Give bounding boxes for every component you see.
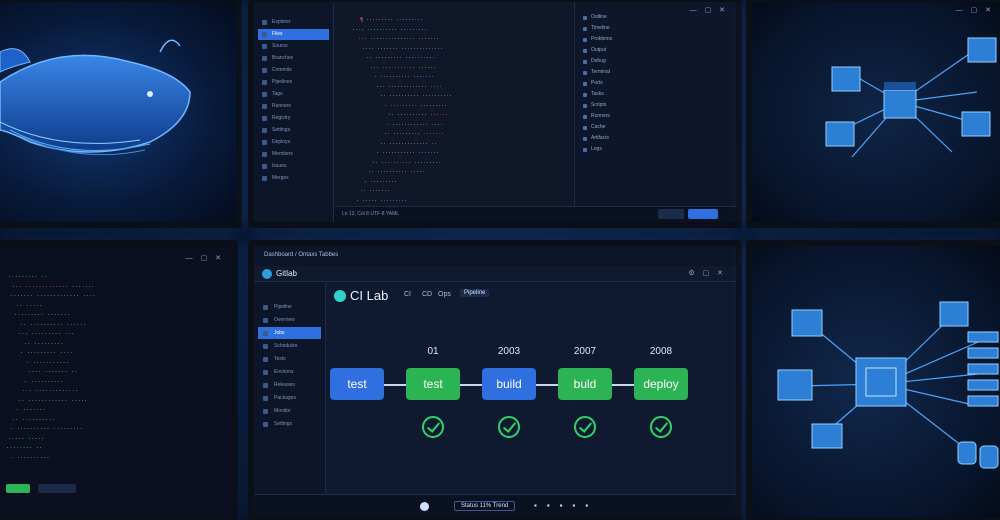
check-icon: [574, 416, 596, 438]
sidebar-item[interactable]: Environs: [258, 366, 321, 378]
panel-row[interactable]: Scripts: [581, 100, 730, 111]
status-text: Ln 12, Col 8 UTF-8 YAML: [342, 211, 400, 217]
editor-sidebar-item[interactable]: Settings: [258, 125, 329, 136]
status-text[interactable]: Status 11% Trend: [454, 501, 516, 511]
stage-number: 2007: [573, 346, 597, 357]
sidebar-item[interactable]: Releases: [258, 379, 321, 391]
breadcrumb[interactable]: Dashboard / Ontaxs Tabbes: [264, 252, 338, 258]
sidebar-item[interactable]: Pipeline: [258, 301, 321, 313]
ci-logo-icon: [334, 290, 346, 302]
window-controls[interactable]: — ▢ ✕: [186, 254, 224, 262]
editor-sidebar-item[interactable]: Branches: [258, 53, 329, 64]
gitlab-nav-bar: Gitlab ⚙ ▢ ✕: [254, 266, 736, 282]
monitor-code: — ▢ ✕ ········· ·· ··· ············· ···…: [0, 240, 238, 520]
sidebar-item[interactable]: Overview: [258, 314, 321, 326]
stage-test[interactable]: test: [330, 368, 384, 400]
run-button[interactable]: [6, 484, 30, 493]
check-icon: [422, 416, 444, 438]
code-actions: [6, 480, 77, 493]
primary-button[interactable]: [688, 209, 718, 219]
panel-row[interactable]: Runners: [581, 111, 730, 122]
stage-build-2[interactable]: buld: [558, 368, 612, 400]
monitor-editor: Explorer Files Source Branches Commits P…: [248, 0, 742, 228]
editor-sidebar-item[interactable]: Members: [258, 149, 329, 160]
gitlab-sidebar: Pipeline Overview Jobs Schedules Tests E…: [254, 282, 326, 512]
sidebar-item-jobs[interactable]: Jobs: [258, 327, 321, 339]
panel-row[interactable]: Tasks: [581, 89, 730, 100]
panel-row[interactable]: Problems: [581, 34, 730, 45]
pipeline-view: CI Lab CI CD Ops Pipeline test 01 test 2…: [326, 282, 736, 512]
editor-sidebar-item[interactable]: Deploys: [258, 137, 329, 148]
stage-test-2[interactable]: test: [406, 368, 460, 400]
window-controls[interactable]: — ▢ ✕: [956, 6, 994, 14]
editor-sidebar-item[interactable]: Explorer: [258, 17, 329, 28]
stage-number: 01: [427, 346, 439, 357]
editor-sidebar-item[interactable]: Registry: [258, 113, 329, 124]
gitlab-logo-icon[interactable]: [262, 269, 272, 279]
code-view[interactable]: ········· ·· ··· ············· ······· ·…: [6, 272, 96, 462]
stage-number: 2003: [497, 346, 521, 357]
editor-sidebar-item[interactable]: Merges: [258, 173, 329, 184]
editor-sidebar: Explorer Files Source Branches Commits P…: [254, 2, 334, 222]
editor-sidebar-item[interactable]: Issues: [258, 161, 329, 172]
sidebar-item[interactable]: Packages: [258, 392, 321, 404]
secondary-button[interactable]: [658, 209, 684, 219]
monitor-wall: Explorer Files Source Branches Commits P…: [0, 0, 1000, 520]
pipeline-connector: [608, 384, 636, 386]
stage-number: 2008: [649, 346, 673, 357]
power-icon[interactable]: [420, 502, 429, 511]
panel-row[interactable]: Debug: [581, 56, 730, 67]
stage-build[interactable]: build: [482, 368, 536, 400]
editor-sidebar-item[interactable]: Commits: [258, 65, 329, 76]
monitor-whale: [0, 0, 242, 228]
monitor-network: [746, 240, 1000, 520]
sidebar-item[interactable]: Schedules: [258, 340, 321, 352]
options-button[interactable]: [38, 484, 77, 493]
container-network-icon: [825, 37, 997, 158]
editor-sidebar-item[interactable]: Source: [258, 41, 329, 52]
whale-icon: [0, 39, 191, 156]
monitor-containers: — ▢ ✕: [746, 0, 1000, 228]
editor-sidebar-item[interactable]: Pipelines: [258, 77, 329, 88]
nav-item-ci[interactable]: CI: [404, 291, 411, 298]
server-network-icon: [777, 301, 999, 469]
gitlab-app-title: Gitlab: [276, 269, 297, 278]
monitor-gitlab: Dashboard / Ontaxs Tabbes Gitlab ⚙ ▢ ✕ P…: [248, 240, 742, 520]
sidebar-item[interactable]: Settings: [258, 418, 321, 430]
pipeline-connector: [532, 384, 560, 386]
panel-row[interactable]: Cache: [581, 122, 730, 133]
panel-row[interactable]: Terminal: [581, 67, 730, 78]
stage-deploy[interactable]: deploy: [634, 368, 688, 400]
panel-row[interactable]: Ports: [581, 78, 730, 89]
check-icon: [498, 416, 520, 438]
editor-sidebar-item[interactable]: Runners: [258, 101, 329, 112]
pipeline-connector: [456, 384, 484, 386]
nav-item-ops[interactable]: Ops: [438, 291, 451, 298]
pipeline-button[interactable]: Pipeline: [460, 289, 490, 297]
nav-item-cd[interactable]: CD: [422, 291, 432, 298]
sidebar-item[interactable]: Tests: [258, 353, 321, 365]
gitlab-bottom-bar: Status 11% Trend ▪▪▪▪▪: [254, 494, 736, 518]
window-controls[interactable]: ⚙ ▢ ✕: [688, 269, 726, 277]
sidebar-item[interactable]: Monitor: [258, 405, 321, 417]
editor-status-bar: Ln 12, Col 8 UTF-8 YAML: [334, 206, 736, 222]
editor-sidebar-item[interactable]: Files: [258, 29, 329, 40]
panel-row[interactable]: Artifacts: [581, 133, 730, 144]
panel-row[interactable]: Logs: [581, 144, 730, 155]
pipeline-title: CI Lab: [350, 288, 389, 303]
code-editor[interactable]: ¶ ········· ········· ···· ·········· ··…: [334, 2, 574, 222]
gitlab-top-bar: Dashboard / Ontaxs Tabbes: [254, 246, 736, 266]
panel-row[interactable]: Timeline: [581, 23, 730, 34]
check-icon: [650, 416, 672, 438]
toolbar-icons[interactable]: ▪▪▪▪▪: [534, 501, 598, 510]
editor-right-panel: Outline Timeline Problems Output Debug T…: [574, 2, 736, 222]
panel-row[interactable]: Output: [581, 45, 730, 56]
editor-sidebar-item[interactable]: Tags: [258, 89, 329, 100]
window-controls[interactable]: — ▢ ✕: [690, 6, 728, 14]
